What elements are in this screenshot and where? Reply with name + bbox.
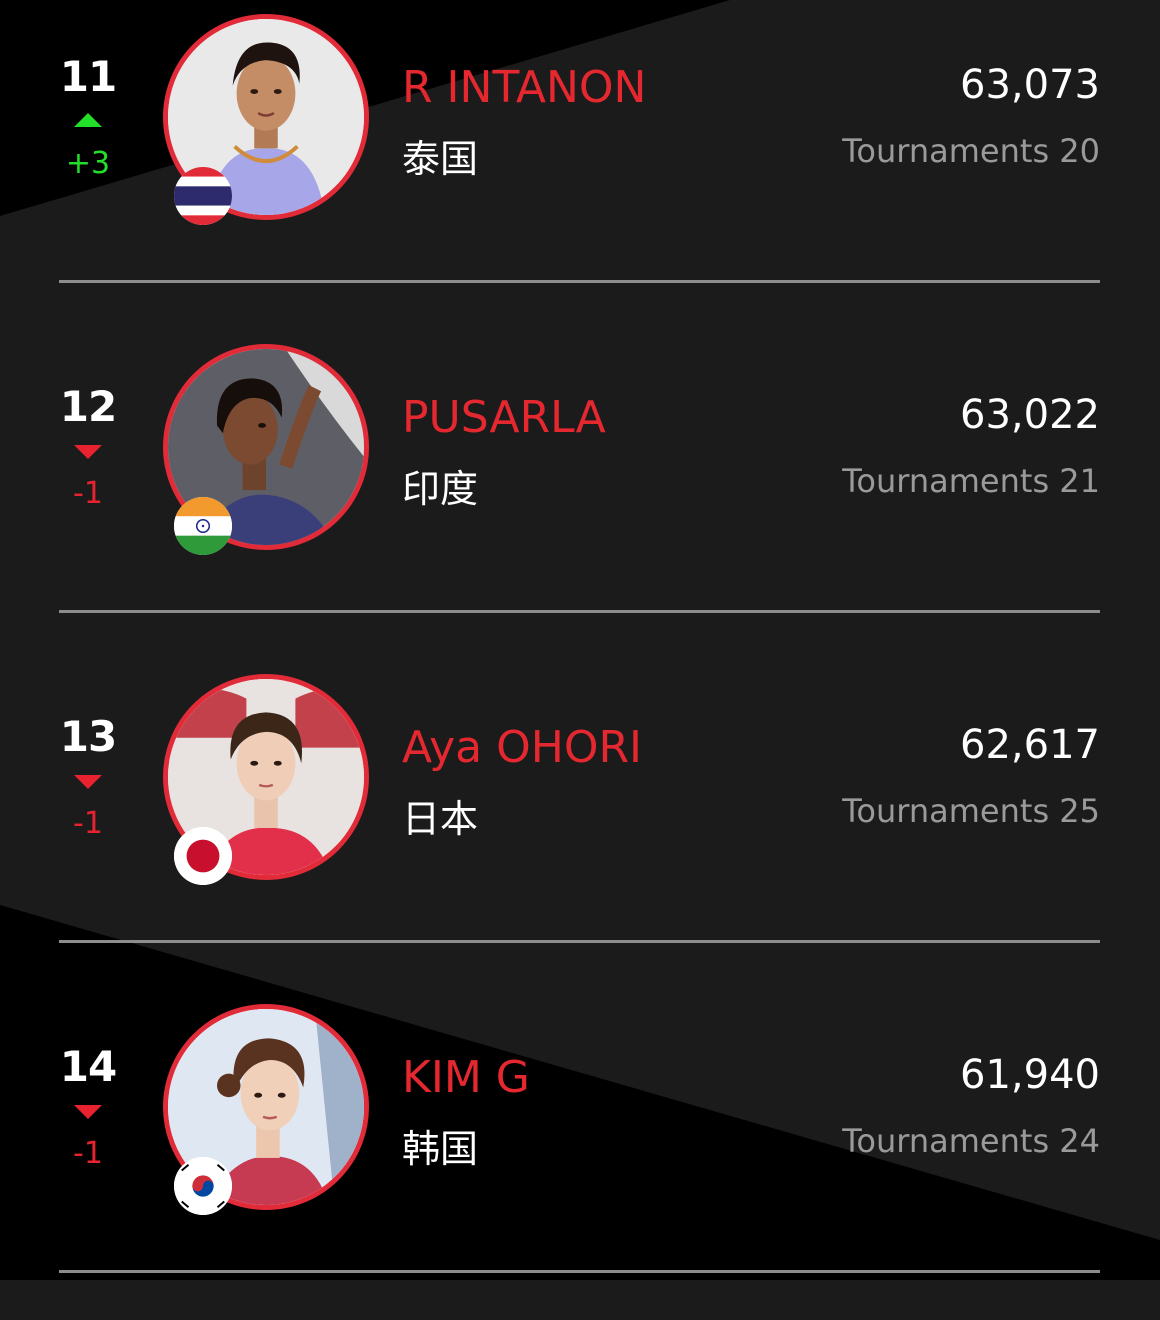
rank-number: 11 — [59, 52, 117, 101]
japan-flag-icon — [174, 827, 232, 885]
player-name[interactable]: R INTANON — [402, 62, 646, 113]
rank-change: -1 — [73, 806, 103, 841]
player-country: 泰国 — [402, 137, 479, 181]
player-country: 印度 — [402, 467, 479, 511]
south-korea-flag-icon — [174, 1157, 232, 1215]
row-divider — [59, 610, 1100, 613]
player-points: 61,940 — [960, 1052, 1100, 1098]
player-country: 韩国 — [402, 1127, 479, 1171]
rank-change: +3 — [65, 146, 111, 181]
row-divider — [59, 280, 1100, 283]
tournaments-count: Tournaments 24 — [842, 1122, 1100, 1160]
player-country: 日本 — [402, 797, 479, 841]
rank-number: 12 — [59, 382, 117, 431]
tournaments-count: Tournaments 20 — [842, 132, 1100, 170]
india-flag-icon — [174, 497, 232, 555]
rank-up-arrow-icon — [74, 113, 102, 127]
player-name[interactable]: Aya OHORI — [402, 722, 642, 773]
player-points: 62,617 — [960, 722, 1100, 768]
row-divider — [59, 1270, 1100, 1273]
player-name[interactable]: KIM G — [402, 1052, 530, 1103]
row-divider — [59, 940, 1100, 943]
ranking-row[interactable]: 11 +3 R INTANON 泰国 63,073 Tournaments 20 — [0, 0, 1160, 330]
ranking-row[interactable]: 13 -1 Aya OHORI 日本 62,617 Tournaments 25 — [0, 660, 1160, 990]
player-points: 63,022 — [960, 392, 1100, 438]
ranking-list: 11 +3 R INTANON 泰国 63,073 Tournaments 20… — [0, 0, 1160, 1280]
rank-number: 13 — [59, 712, 117, 761]
tournaments-count: Tournaments 21 — [842, 462, 1100, 500]
rank-change: -1 — [73, 476, 103, 511]
ranking-row[interactable]: 12 -1 PUSARLA 印度 63,022 Tournaments 21 — [0, 330, 1160, 660]
player-points: 63,073 — [960, 62, 1100, 108]
rank-change: -1 — [73, 1136, 103, 1171]
rank-down-arrow-icon — [74, 775, 102, 789]
rank-number: 14 — [59, 1042, 117, 1091]
thailand-flag-icon — [174, 167, 232, 225]
rank-down-arrow-icon — [74, 445, 102, 459]
ranking-row[interactable]: 14 -1 KIM G 韩国 61,940 Tournaments 24 — [0, 990, 1160, 1320]
rank-down-arrow-icon — [74, 1105, 102, 1119]
player-name[interactable]: PUSARLA — [402, 392, 606, 443]
tournaments-count: Tournaments 25 — [842, 792, 1100, 830]
